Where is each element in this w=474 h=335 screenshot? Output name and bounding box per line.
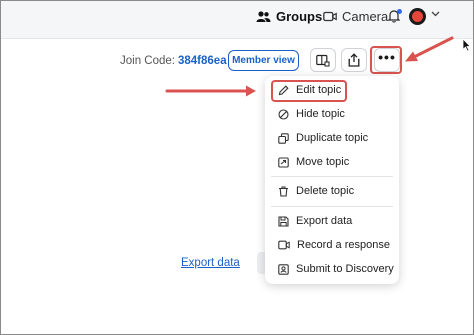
groups-button[interactable]: Groups (256, 9, 322, 24)
groups-label: Groups (276, 9, 323, 24)
screen-share-icon (316, 54, 330, 66)
menu-item-export-data[interactable]: Export data (278, 215, 352, 227)
more-button-highlight (370, 46, 402, 74)
screen-share-button[interactable] (310, 48, 336, 72)
menu-item-label: Move topic (296, 156, 350, 168)
top-bar (1, 1, 473, 39)
export-data-link[interactable]: Export data (181, 257, 240, 269)
menu-item-duplicate-topic[interactable]: Duplicate topic (278, 132, 368, 144)
hide-icon (278, 108, 289, 120)
avatar[interactable] (409, 8, 426, 25)
notification-dot (397, 9, 402, 14)
menu-item-submit-discovery[interactable]: Submit to Discovery (278, 263, 394, 275)
menu-item-label: Export data (296, 215, 353, 227)
menu-item-move-topic[interactable]: Move topic (278, 156, 349, 168)
menu-item-hide-topic[interactable]: Hide topic (278, 108, 345, 120)
chevron-down-icon[interactable] (431, 11, 440, 17)
duplicate-icon (278, 132, 289, 144)
record-icon (278, 240, 290, 250)
member-view-button[interactable]: Member view (228, 50, 299, 71)
camera-button[interactable]: Camera (323, 9, 388, 24)
menu-item-label: Submit to Discovery (296, 263, 394, 275)
menu-item-label: Delete topic (296, 185, 355, 197)
topic-options-menu: Edit topic Hide topic Duplicate topic Mo… (265, 76, 399, 284)
menu-item-record-response[interactable]: Record a response (278, 239, 390, 251)
discovery-icon (278, 263, 289, 275)
menu-item-delete-topic[interactable]: Delete topic (278, 185, 354, 197)
share-button[interactable] (341, 48, 367, 72)
mouse-cursor-icon (462, 38, 471, 52)
trash-icon (279, 185, 288, 197)
move-icon (278, 156, 289, 168)
join-code-value[interactable]: 384f86ea (178, 55, 227, 67)
share-icon (348, 53, 360, 67)
save-icon (278, 215, 289, 227)
menu-item-label: Record a response (297, 239, 390, 251)
menu-divider (271, 206, 393, 207)
menu-item-label: Hide topic (296, 108, 345, 120)
groups-icon (256, 10, 271, 22)
menu-divider (271, 176, 393, 177)
avatar-face (412, 11, 423, 22)
edit-topic-highlight (271, 80, 347, 102)
join-code-text: Join Code: 384f86ea (120, 55, 227, 67)
camera-label: Camera (342, 9, 389, 24)
camera-icon (323, 11, 337, 22)
menu-item-label: Duplicate topic (296, 132, 369, 144)
join-code-label: Join Code: (120, 55, 175, 67)
